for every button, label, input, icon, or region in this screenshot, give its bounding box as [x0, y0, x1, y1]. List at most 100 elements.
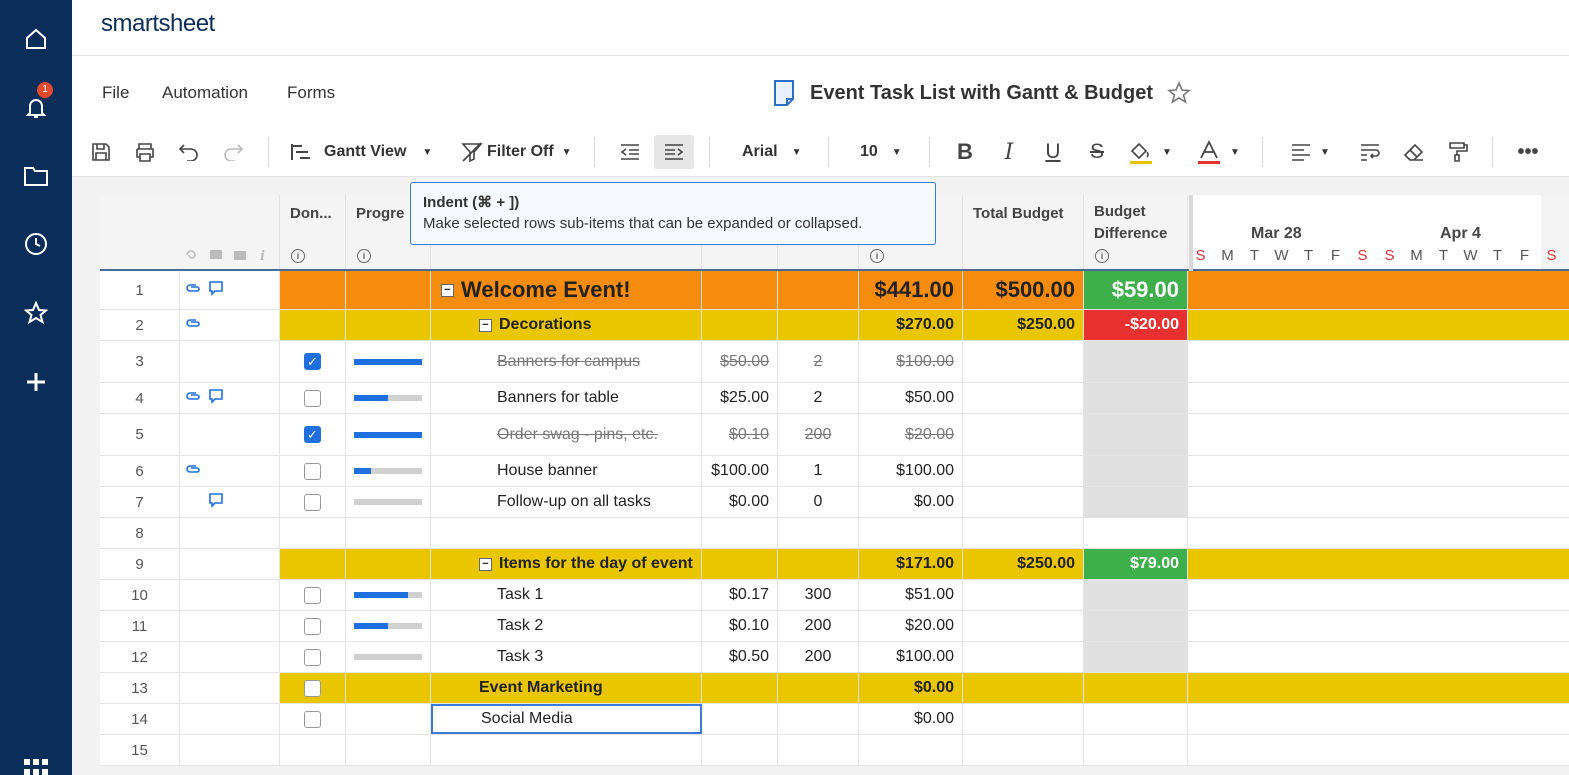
- quantity-cell[interactable]: 2: [778, 341, 859, 382]
- total-cell[interactable]: $50.00: [859, 383, 963, 413]
- task-name-cell[interactable]: Task 3: [431, 642, 702, 672]
- task-name-cell[interactable]: − Welcome Event!: [431, 271, 702, 309]
- total-cell[interactable]: $441.00: [859, 271, 963, 309]
- done-cell[interactable]: [280, 735, 346, 765]
- budget-difference-cell[interactable]: [1084, 341, 1188, 382]
- done-cell[interactable]: [280, 673, 346, 703]
- more-options-icon[interactable]: •••: [1515, 135, 1541, 169]
- progress-cell[interactable]: [346, 673, 431, 703]
- budget-difference-cell[interactable]: [1084, 456, 1188, 486]
- budget-difference-cell[interactable]: $79.00: [1084, 549, 1188, 579]
- quantity-cell[interactable]: 0: [778, 487, 859, 517]
- progress-cell[interactable]: [346, 642, 431, 672]
- budget-cell[interactable]: [963, 735, 1084, 765]
- comment-icon[interactable]: [208, 388, 224, 409]
- done-checkbox[interactable]: [304, 648, 321, 666]
- favorites-star-icon[interactable]: [14, 291, 58, 335]
- done-cell[interactable]: ✓: [280, 414, 346, 455]
- done-checkbox[interactable]: [304, 389, 321, 407]
- font-size-dropdown[interactable]: 10 ▼: [860, 135, 902, 169]
- quantity-cell[interactable]: [778, 518, 859, 548]
- budget-cell[interactable]: [963, 704, 1084, 734]
- budget-difference-cell[interactable]: [1084, 518, 1188, 548]
- progress-cell[interactable]: [346, 456, 431, 486]
- comment-icon[interactable]: [208, 492, 224, 513]
- budget-cell[interactable]: [963, 341, 1084, 382]
- quantity-cell[interactable]: 200: [778, 414, 859, 455]
- font-family-dropdown[interactable]: Arial ▼: [742, 135, 801, 169]
- attachment-icon[interactable]: [184, 281, 202, 300]
- total-cell[interactable]: $0.00: [859, 673, 963, 703]
- underline-icon[interactable]: U: [1040, 135, 1066, 169]
- progress-cell[interactable]: [346, 414, 431, 455]
- cost-cell[interactable]: [702, 735, 778, 765]
- column-header-total-budget[interactable]: Total Budget: [963, 195, 1084, 269]
- done-checkbox[interactable]: ✓: [304, 426, 321, 443]
- quantity-cell[interactable]: 200: [778, 642, 859, 672]
- done-cell[interactable]: [280, 549, 346, 579]
- row-number[interactable]: 1: [100, 271, 180, 309]
- done-checkbox[interactable]: [304, 462, 321, 480]
- done-cell[interactable]: [280, 611, 346, 641]
- quantity-cell[interactable]: [778, 735, 859, 765]
- format-painter-icon[interactable]: [1445, 135, 1471, 169]
- budget-cell[interactable]: $500.00: [963, 271, 1084, 309]
- quantity-cell[interactable]: [778, 310, 859, 340]
- task-name-cell[interactable]: Follow-up on all tasks: [431, 487, 702, 517]
- done-cell[interactable]: ✓: [280, 341, 346, 382]
- cost-cell[interactable]: [702, 518, 778, 548]
- cost-cell[interactable]: $0.00: [702, 487, 778, 517]
- budget-cell[interactable]: [963, 456, 1084, 486]
- text-color-dropdown[interactable]: ▼: [1195, 135, 1241, 169]
- cost-cell[interactable]: $100.00: [702, 456, 778, 486]
- task-name-cell[interactable]: [431, 518, 702, 548]
- done-cell[interactable]: [280, 271, 346, 309]
- sheet-title[interactable]: Event Task List with Gantt & Budget: [810, 82, 1153, 105]
- budget-cell[interactable]: [963, 487, 1084, 517]
- progress-cell[interactable]: [346, 383, 431, 413]
- total-cell[interactable]: $20.00: [859, 611, 963, 641]
- task-name-cell[interactable]: Banners for campus: [431, 341, 702, 382]
- row-number[interactable]: 9: [100, 549, 180, 579]
- task-name-cell[interactable]: Event Marketing: [431, 673, 702, 703]
- budget-cell[interactable]: [963, 642, 1084, 672]
- cost-cell[interactable]: $0.17: [702, 580, 778, 610]
- budget-cell[interactable]: [963, 383, 1084, 413]
- progress-cell[interactable]: [346, 735, 431, 765]
- redo-icon[interactable]: [220, 135, 246, 169]
- cost-cell[interactable]: $0.50: [702, 642, 778, 672]
- quantity-cell[interactable]: 300: [778, 580, 859, 610]
- budget-cell[interactable]: [963, 611, 1084, 641]
- task-name-cell[interactable]: Task 1: [431, 580, 702, 610]
- progress-cell[interactable]: [346, 271, 431, 309]
- total-cell[interactable]: $100.00: [859, 456, 963, 486]
- row-number[interactable]: 8: [100, 518, 180, 548]
- budget-difference-cell[interactable]: [1084, 735, 1188, 765]
- row-number[interactable]: 15: [100, 735, 180, 765]
- budget-difference-cell[interactable]: [1084, 487, 1188, 517]
- done-cell[interactable]: [280, 704, 346, 734]
- done-checkbox[interactable]: ✓: [304, 353, 321, 370]
- done-cell[interactable]: [280, 642, 346, 672]
- attachment-icon[interactable]: [184, 462, 202, 481]
- clear-format-eraser-icon[interactable]: [1401, 135, 1427, 169]
- strikethrough-icon[interactable]: S: [1084, 135, 1110, 169]
- progress-cell[interactable]: [346, 704, 431, 734]
- menu-file[interactable]: File: [102, 83, 129, 103]
- progress-cell[interactable]: [346, 487, 431, 517]
- budget-difference-cell[interactable]: [1084, 383, 1188, 413]
- recents-clock-icon[interactable]: [14, 222, 58, 266]
- row-number[interactable]: 4: [100, 383, 180, 413]
- total-cell[interactable]: $51.00: [859, 580, 963, 610]
- budget-difference-cell[interactable]: [1084, 673, 1188, 703]
- quantity-cell[interactable]: [778, 549, 859, 579]
- collapse-toggle-icon[interactable]: −: [441, 283, 454, 297]
- cost-cell[interactable]: $50.00: [702, 341, 778, 382]
- budget-cell[interactable]: $250.00: [963, 310, 1084, 340]
- column-header-budget-difference[interactable]: Budget Difference i: [1084, 195, 1188, 269]
- total-cell[interactable]: $100.00: [859, 341, 963, 382]
- done-cell[interactable]: [280, 383, 346, 413]
- budget-cell[interactable]: [963, 414, 1084, 455]
- row-number[interactable]: 3: [100, 341, 180, 382]
- cost-cell[interactable]: [702, 271, 778, 309]
